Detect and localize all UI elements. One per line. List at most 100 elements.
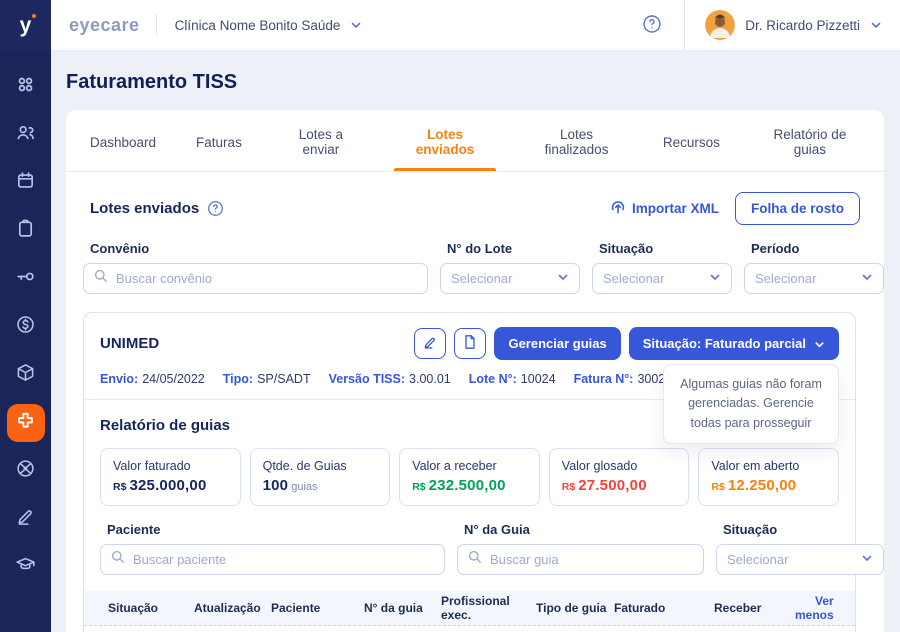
chevron-down-icon xyxy=(861,551,873,569)
patient-search-field xyxy=(100,544,445,575)
situacao-select[interactable]: Selecionar xyxy=(592,263,732,294)
section-title: Lotes enviados xyxy=(90,200,199,217)
help-button[interactable] xyxy=(642,14,662,37)
manage-guides-button[interactable]: Gerenciar guias xyxy=(494,327,620,360)
col-paciente: Paciente xyxy=(271,601,364,615)
chevron-down-icon xyxy=(709,270,721,288)
stat-qtde-guias: Qtde. de Guias 100guias xyxy=(250,448,391,506)
currency-prefix: R$ xyxy=(113,481,126,493)
cover-sheet-button[interactable]: Folha de rosto xyxy=(735,192,860,225)
sidebar-item-patients[interactable] xyxy=(7,116,45,154)
clinic-selector[interactable]: Clínica Nome Bonito Saúde xyxy=(175,18,363,33)
meta-label: Envio: xyxy=(100,372,138,386)
apps-icon xyxy=(16,75,35,99)
tab-dashboard[interactable]: Dashboard xyxy=(90,110,156,171)
stat-label: Valor em aberto xyxy=(711,459,826,473)
guide-search-input[interactable] xyxy=(490,552,693,567)
stat-label: Valor a receber xyxy=(412,459,527,473)
sidebar-item-tiss-billing[interactable] xyxy=(7,404,45,442)
select-value: Selecionar xyxy=(755,271,816,286)
filter-label: Situação xyxy=(723,522,884,537)
tab-recursos[interactable]: Recursos xyxy=(663,110,720,171)
chevron-down-icon xyxy=(861,270,873,288)
filter-label: Paciente xyxy=(107,522,445,537)
col-atualizacao: Atualização xyxy=(194,601,271,615)
sidebar-item-records[interactable] xyxy=(7,212,45,250)
tab-relatorio-de-guias[interactable]: Relatório de guias xyxy=(760,110,860,171)
import-xml-label: Importar XML xyxy=(632,201,719,216)
page-title: Faturamento TISS xyxy=(66,71,900,94)
lot-status-label: Situação: Faturado parcial xyxy=(643,336,806,351)
help-icon[interactable] xyxy=(207,200,224,217)
ver-menos-toggle[interactable]: Ver menos xyxy=(795,594,860,622)
stat-label: Valor glosado xyxy=(562,459,677,473)
meta-value: 10024 xyxy=(521,372,556,386)
select-value: Selecionar xyxy=(451,271,512,286)
sidebar-item-finance[interactable] xyxy=(7,308,45,346)
topbar: eyecare Clínica Nome Bonito Saúde Dr. Ri… xyxy=(51,0,900,51)
filter-label: Período xyxy=(751,241,884,256)
guides-table: Situação Atualização Paciente N° da guia… xyxy=(84,591,855,632)
edit-lot-button[interactable] xyxy=(414,328,446,359)
document-button[interactable] xyxy=(454,328,486,359)
filter-label: Situação xyxy=(599,241,732,256)
stat-valor-glosado: Valor glosado R$27.500,00 xyxy=(549,448,690,506)
chevron-down-icon xyxy=(350,19,362,31)
stat-valor-faturado: Valor faturado R$325.000,00 xyxy=(100,448,241,506)
network-icon xyxy=(16,459,35,483)
sidebar-item-inventory[interactable] xyxy=(7,356,45,394)
sidebar-item-edit[interactable] xyxy=(7,500,45,538)
tab-lotes-a-enviar[interactable]: Lotes a enviar xyxy=(282,110,360,171)
clinic-name: Clínica Nome Bonito Saúde xyxy=(175,18,341,33)
filter-label: N° da Guia xyxy=(464,522,704,537)
tab-lotes-finalizados[interactable]: Lotes finalizados xyxy=(530,110,623,171)
sidebar-item-calendar[interactable] xyxy=(7,164,45,202)
select-value: Selecionar xyxy=(727,552,788,567)
meta-value: 24/05/2022 xyxy=(142,372,205,386)
sidebar-item-access[interactable] xyxy=(7,260,45,298)
table-row: Pago 23/06/2023 Abel Cordeiro 0000000100… xyxy=(84,626,855,632)
chevron-down-icon xyxy=(814,338,825,349)
education-cap-icon xyxy=(16,555,35,579)
app-logo[interactable]: y xyxy=(0,0,51,51)
meta-label: Versão TISS: xyxy=(329,372,405,386)
lot-status-dropdown[interactable]: Situação: Faturado parcial xyxy=(629,327,839,360)
logo-y-icon: y xyxy=(20,15,32,36)
stat-value: 100 xyxy=(263,477,289,494)
convenio-search-input[interactable] xyxy=(116,271,417,286)
sidebar-item-network[interactable] xyxy=(7,452,45,490)
inventory-box-icon xyxy=(16,363,35,387)
sidebar-item-apps[interactable] xyxy=(7,68,45,106)
col-situacao: Situação xyxy=(108,601,194,615)
meta-value: SP/SADT xyxy=(257,372,311,386)
sidebar: y xyxy=(0,0,51,632)
meta-label: Lote N°: xyxy=(469,372,517,386)
stat-label: Valor faturado xyxy=(113,459,228,473)
divider xyxy=(156,14,157,36)
guide-situacao-select[interactable]: Selecionar xyxy=(716,544,884,575)
user-name: Dr. Ricardo Pizzetti xyxy=(745,18,860,33)
search-icon xyxy=(111,550,125,569)
col-receber: Receber xyxy=(714,601,795,615)
chevron-down-icon xyxy=(870,19,882,31)
currency-prefix: R$ xyxy=(412,481,425,493)
guide-filters: Paciente N° da Guia xyxy=(100,522,839,575)
patient-search-input[interactable] xyxy=(133,552,434,567)
access-key-icon xyxy=(16,267,35,291)
stat-suffix: guias xyxy=(291,481,317,493)
tab-faturas[interactable]: Faturas xyxy=(196,110,242,171)
user-menu[interactable]: Dr. Ricardo Pizzetti xyxy=(685,0,882,50)
tab-lotes-enviados[interactable]: Lotes enviados xyxy=(400,110,490,171)
meta-label: Tipo: xyxy=(223,372,253,386)
lote-select[interactable]: Selecionar xyxy=(440,263,580,294)
import-xml-button[interactable]: Importar XML xyxy=(610,199,719,218)
lot-filters: Convênio N° do Lote Selecionar Situação xyxy=(83,241,867,294)
periodo-select[interactable]: Selecionar xyxy=(744,263,884,294)
help-icon xyxy=(642,14,662,37)
sidebar-item-education[interactable] xyxy=(7,548,45,586)
stat-label: Qtde. de Guias xyxy=(263,459,378,473)
status-tooltip: Algumas guias não foram gerenciadas. Ger… xyxy=(663,364,839,444)
stat-valor-em-aberto: Valor em aberto R$12.250,00 xyxy=(698,448,839,506)
currency-prefix: R$ xyxy=(711,481,724,493)
lot-name: UNIMED xyxy=(100,335,159,352)
